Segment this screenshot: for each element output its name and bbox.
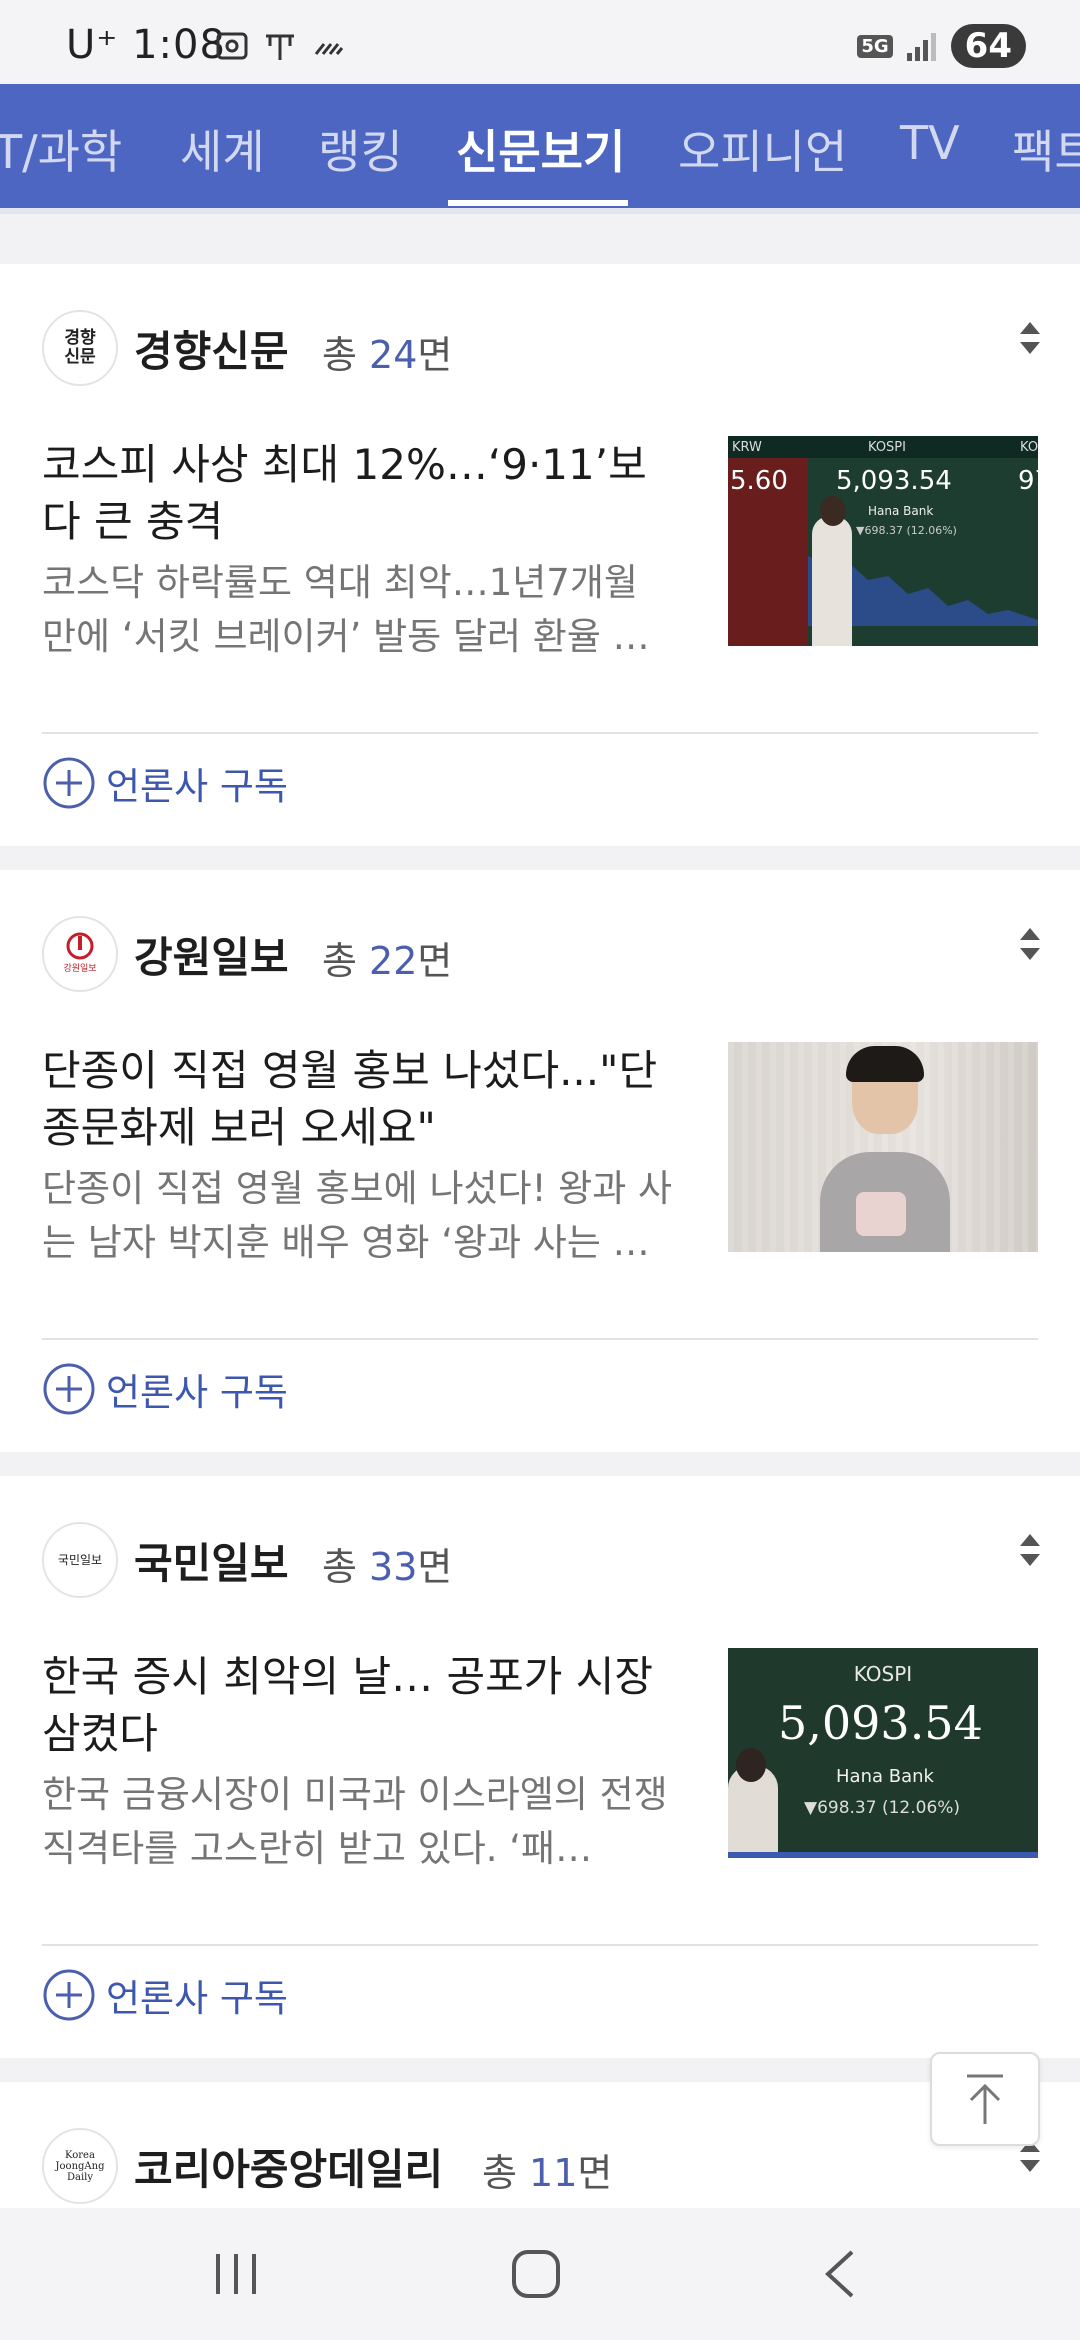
subscribe-label: 언론사 구독 (106, 765, 288, 808)
publisher-name[interactable]: 국민일보 (134, 1530, 289, 1591)
nav-divider (0, 208, 1080, 214)
category-tabs: T/과학 세계 랭킹 신문보기 오피니언 TV 팩트 (0, 84, 1080, 208)
tab-ranking[interactable]: 랭킹 (318, 116, 403, 182)
page-count: 총 33면 (322, 1545, 453, 1589)
back-icon[interactable] (820, 2248, 860, 2300)
battery-icon: 64 (950, 24, 1026, 68)
network-icon: 5G (857, 34, 893, 58)
page-count: 총 22면 (322, 939, 453, 983)
article-thumbnail[interactable]: KOSPI 5,093.54 Hana Bank ▼698.37 (12.06%… (728, 1648, 1038, 1858)
subscribe-button[interactable]: 언론사 구독 (42, 1968, 288, 2022)
tab-tv[interactable]: TV (900, 116, 960, 170)
sort-icon[interactable] (1018, 318, 1042, 358)
subscribe-label: 언론사 구독 (106, 1371, 288, 1414)
article-summary[interactable]: 코스닥 하락률도 역대 최악…1년7개월 만에 ‘서킷 브레이커’ 발동 달러 … (42, 556, 682, 664)
article-headline[interactable]: 단종이 직접 영월 홍보 나섰다..."단종문화제 보러 오세요" (42, 1042, 682, 1156)
publisher-card: 경향 신문 경향신문 총 24면 코스피 사상 최대 12%…‘9·11’보다 … (0, 264, 1080, 846)
plus-circle-icon (43, 1363, 95, 1415)
system-navigation-bar (0, 2208, 1080, 2340)
home-icon[interactable] (510, 2248, 562, 2300)
arrow-up-icon (967, 2074, 1003, 2124)
publisher-logo[interactable]: 경향 신문 (42, 310, 118, 386)
status-bar: U⁺ 1:08 5G 64 (0, 0, 1080, 84)
status-time: U⁺ 1:08 (66, 22, 226, 68)
signal-icon (906, 33, 936, 61)
kangwon-emblem-icon (66, 932, 94, 959)
tab-it-science[interactable]: T/과학 (0, 116, 122, 182)
publisher-card: 국민일보 국민일보 총 33면 한국 증시 최악의 날… 공포가 시장 삼켰다 … (0, 1476, 1080, 2058)
publisher-name[interactable]: 강원일보 (134, 924, 289, 985)
publisher-card: Korea JoongAng Daily 코리아중앙데일리 총 11면 (0, 2082, 1080, 2208)
active-tab-indicator (448, 200, 628, 206)
text-icon (266, 34, 294, 60)
article-summary[interactable]: 한국 금융시장이 미국과 이스라엘의 전쟁 직격타를 고스란히 받고 있다. ‘… (42, 1768, 682, 1876)
publisher-logo[interactable]: Korea JoongAng Daily (42, 2128, 118, 2204)
publisher-name[interactable]: 코리아중앙데일리 (134, 2136, 443, 2197)
plus-circle-icon (43, 1969, 95, 2021)
plus-circle-icon (43, 757, 95, 809)
sort-icon[interactable] (1018, 924, 1042, 964)
recent-apps-icon[interactable] (212, 2252, 260, 2296)
article-summary[interactable]: 단종이 직접 영월 홍보에 나섰다! 왕과 사는 남자 박지훈 배우 영화 ‘왕… (42, 1162, 682, 1270)
article-thumbnail[interactable]: KRW KOSPI KO 5.60 5,093.54 97 Hana Bank … (728, 436, 1038, 646)
tab-factcheck[interactable]: 팩트 (1012, 116, 1080, 182)
subscribe-button[interactable]: 언론사 구독 (42, 756, 288, 810)
publisher-card: 강원일보 강원일보 총 22면 단종이 직접 영월 홍보 나섰다..."단종문화… (0, 870, 1080, 1452)
sort-icon[interactable] (1018, 1530, 1042, 1570)
tab-newspaper[interactable]: 신문보기 (456, 116, 625, 182)
publisher-name[interactable]: 경향신문 (134, 318, 289, 379)
publisher-logo[interactable]: 국민일보 (42, 1522, 118, 1598)
scroll-to-top-button[interactable] (930, 2052, 1040, 2146)
page-count: 총 24면 (322, 333, 453, 377)
article-thumbnail[interactable] (728, 1042, 1038, 1252)
publisher-logo[interactable]: 강원일보 (42, 916, 118, 992)
article-headline[interactable]: 한국 증시 최악의 날… 공포가 시장 삼켰다 (42, 1648, 682, 1762)
tab-opinion[interactable]: 오피니언 (678, 116, 847, 182)
tab-world[interactable]: 세계 (180, 116, 265, 182)
subscribe-button[interactable]: 언론사 구독 (42, 1362, 288, 1416)
page-count: 총 11면 (482, 2151, 613, 2195)
card-divider (42, 1944, 1038, 1946)
screenshot-icon (216, 32, 248, 60)
stripe-icon (314, 43, 344, 55)
article-headline[interactable]: 코스피 사상 최대 12%…‘9·11’보다 큰 충격 (42, 436, 682, 550)
subscribe-label: 언론사 구독 (106, 1977, 288, 2020)
status-icons (214, 28, 346, 64)
card-divider (42, 732, 1038, 734)
card-divider (42, 1338, 1038, 1340)
